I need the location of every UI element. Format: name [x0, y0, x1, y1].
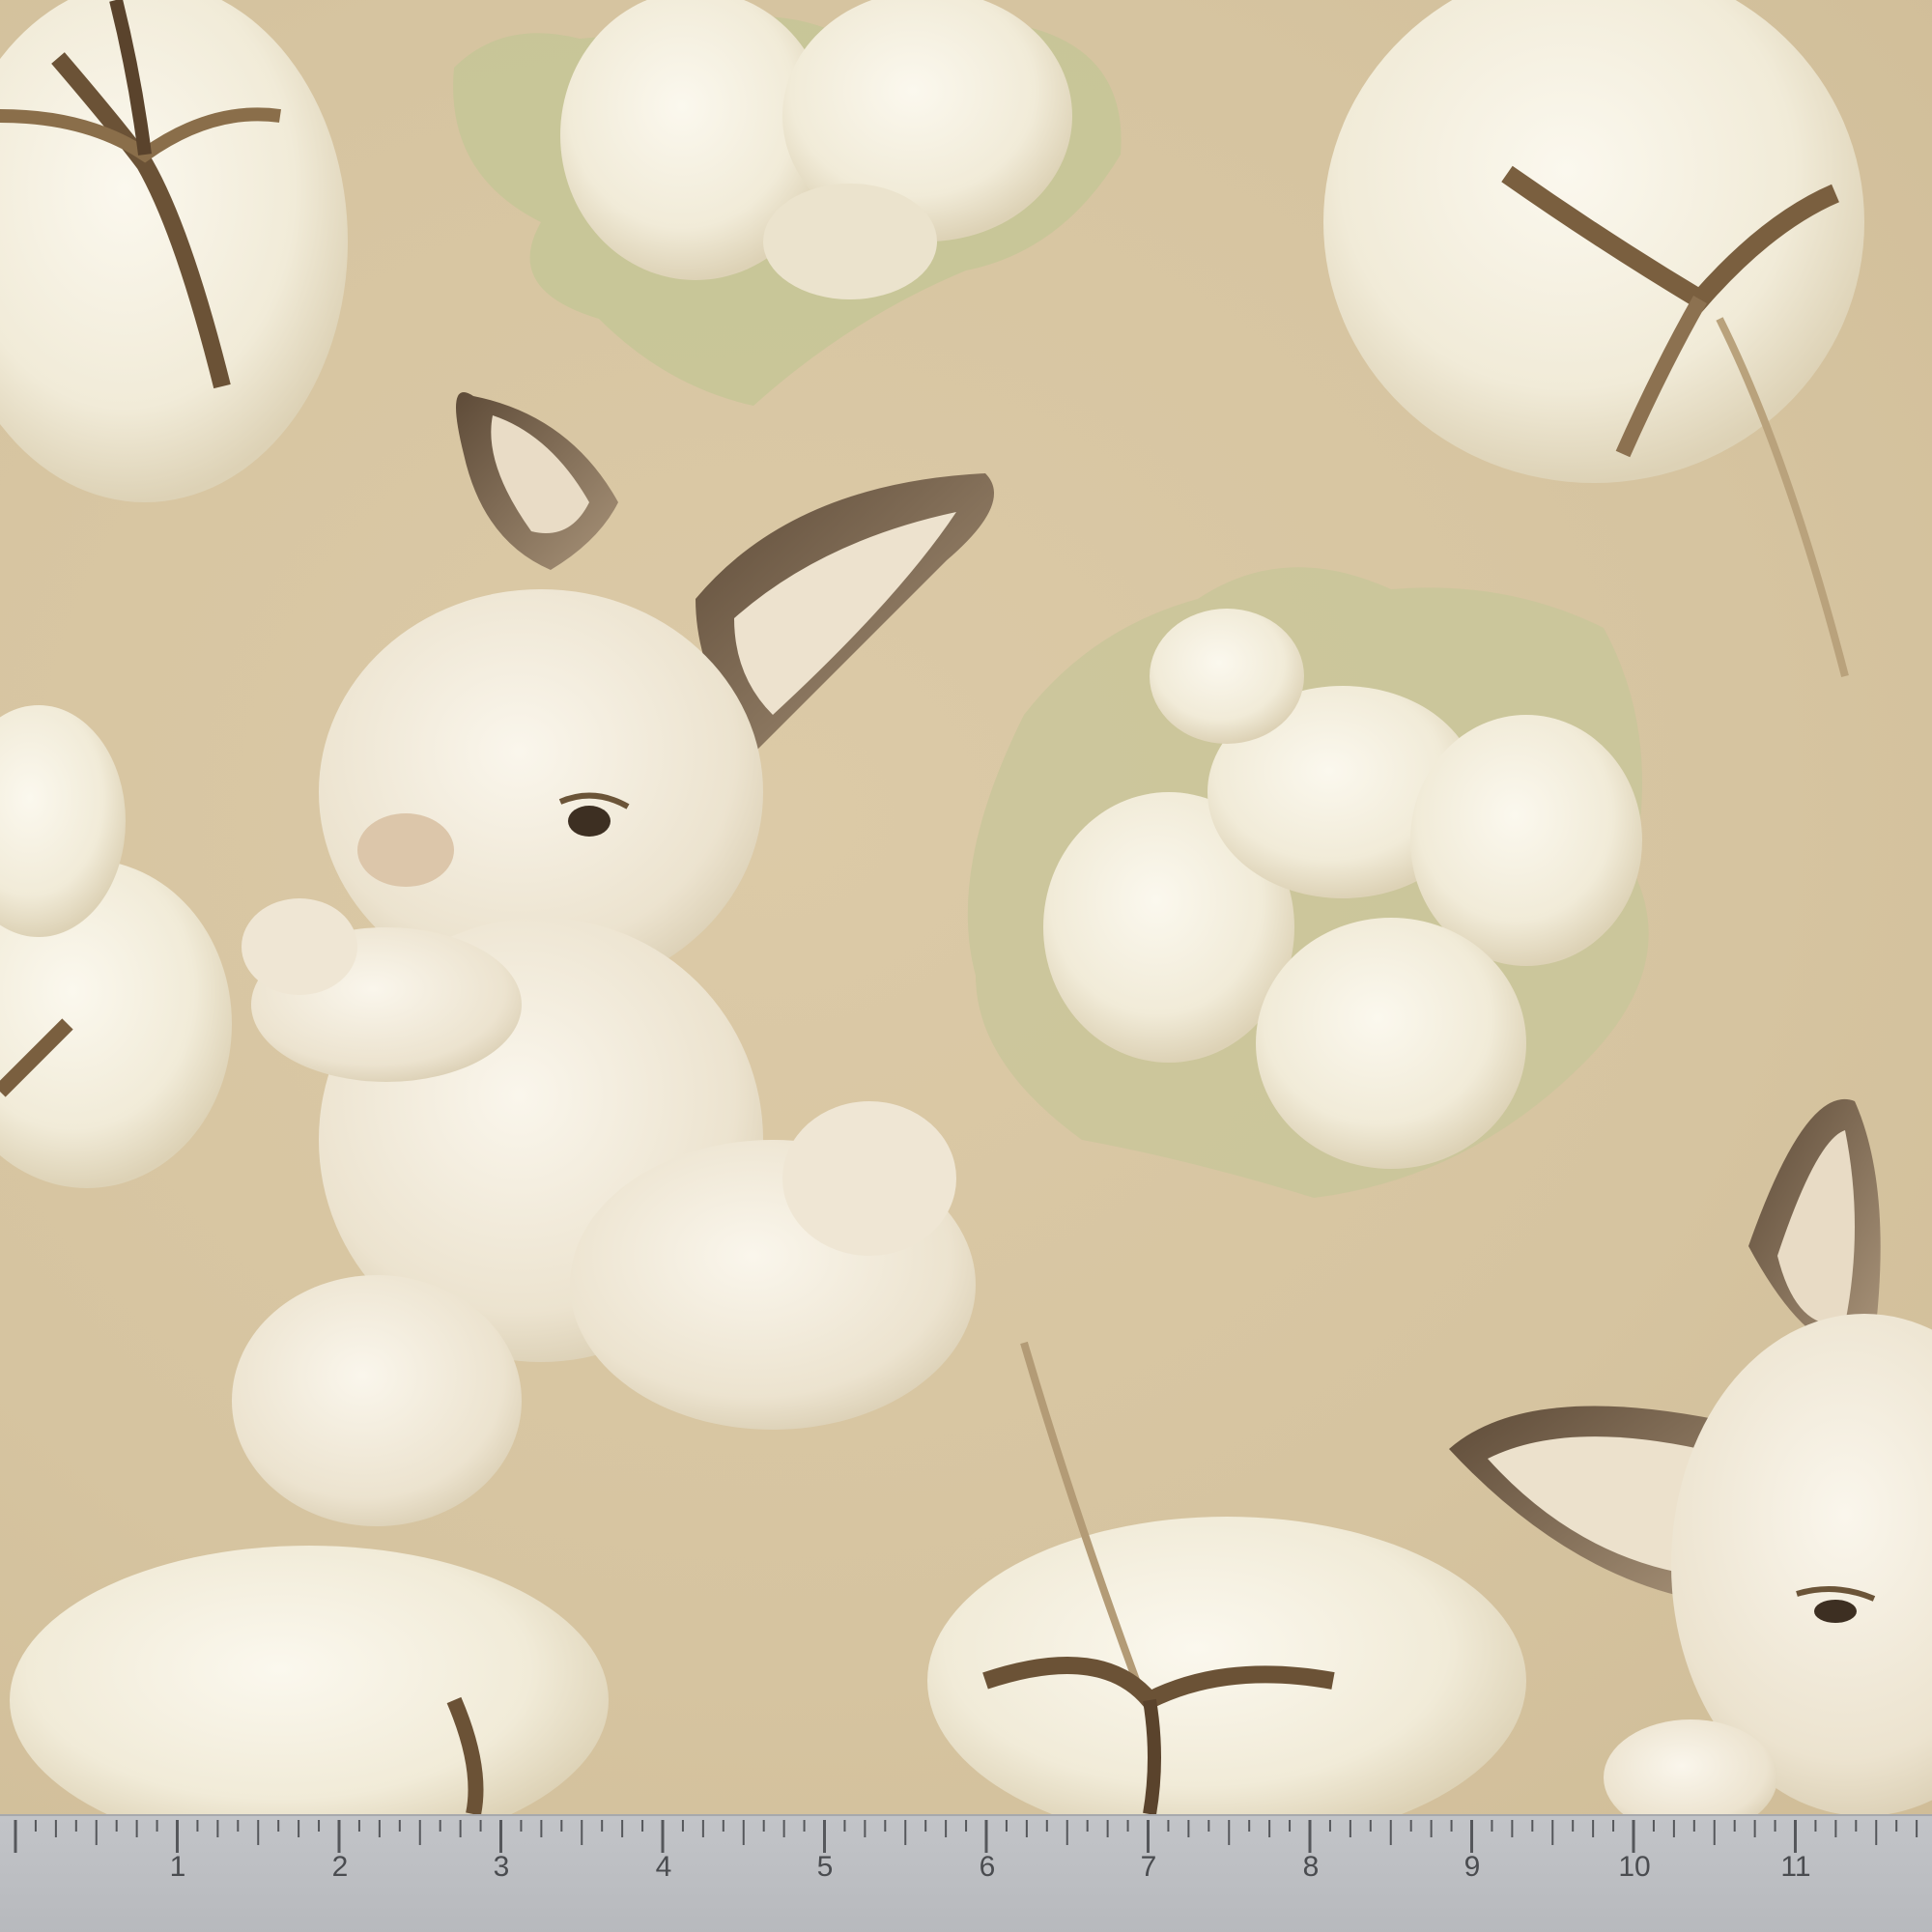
cotton-boll-bottom-center	[927, 1341, 1526, 1814]
ruler-label-2: 2	[331, 1851, 349, 1883]
ruler-label-11: 11	[1780, 1851, 1811, 1883]
cotton-boll-top-left	[0, 0, 348, 502]
ruler-label-9: 9	[1463, 1851, 1481, 1883]
cotton-boll-bottom-left	[10, 1546, 609, 1814]
ruler-label-1: 1	[169, 1851, 186, 1883]
ruler-label-3: 3	[493, 1851, 510, 1883]
ruler-label-6: 6	[979, 1851, 996, 1883]
fabric-print	[0, 0, 1932, 1814]
ruler-label-4: 4	[655, 1851, 672, 1883]
ruler-label-5: 5	[816, 1851, 834, 1883]
cotton-boll-top-right	[1323, 0, 1864, 678]
fabric-illustration	[0, 0, 1932, 1814]
ruler-label-10: 10	[1618, 1851, 1651, 1883]
measuring-ruler: 1 2 3 4 5 6 7 8 9 10 11	[0, 1814, 1932, 1932]
ruler-label-8: 8	[1302, 1851, 1320, 1883]
cotton-cluster-top	[453, 0, 1122, 407]
ruler-label-7: 7	[1140, 1851, 1157, 1883]
cotton-boll-left	[0, 705, 232, 1188]
cotton-cluster-center	[967, 567, 1649, 1198]
bunny-main	[232, 392, 994, 1526]
fabric-photo: 1 2 3 4 5 6 7 8 9 10 11	[0, 0, 1932, 1932]
